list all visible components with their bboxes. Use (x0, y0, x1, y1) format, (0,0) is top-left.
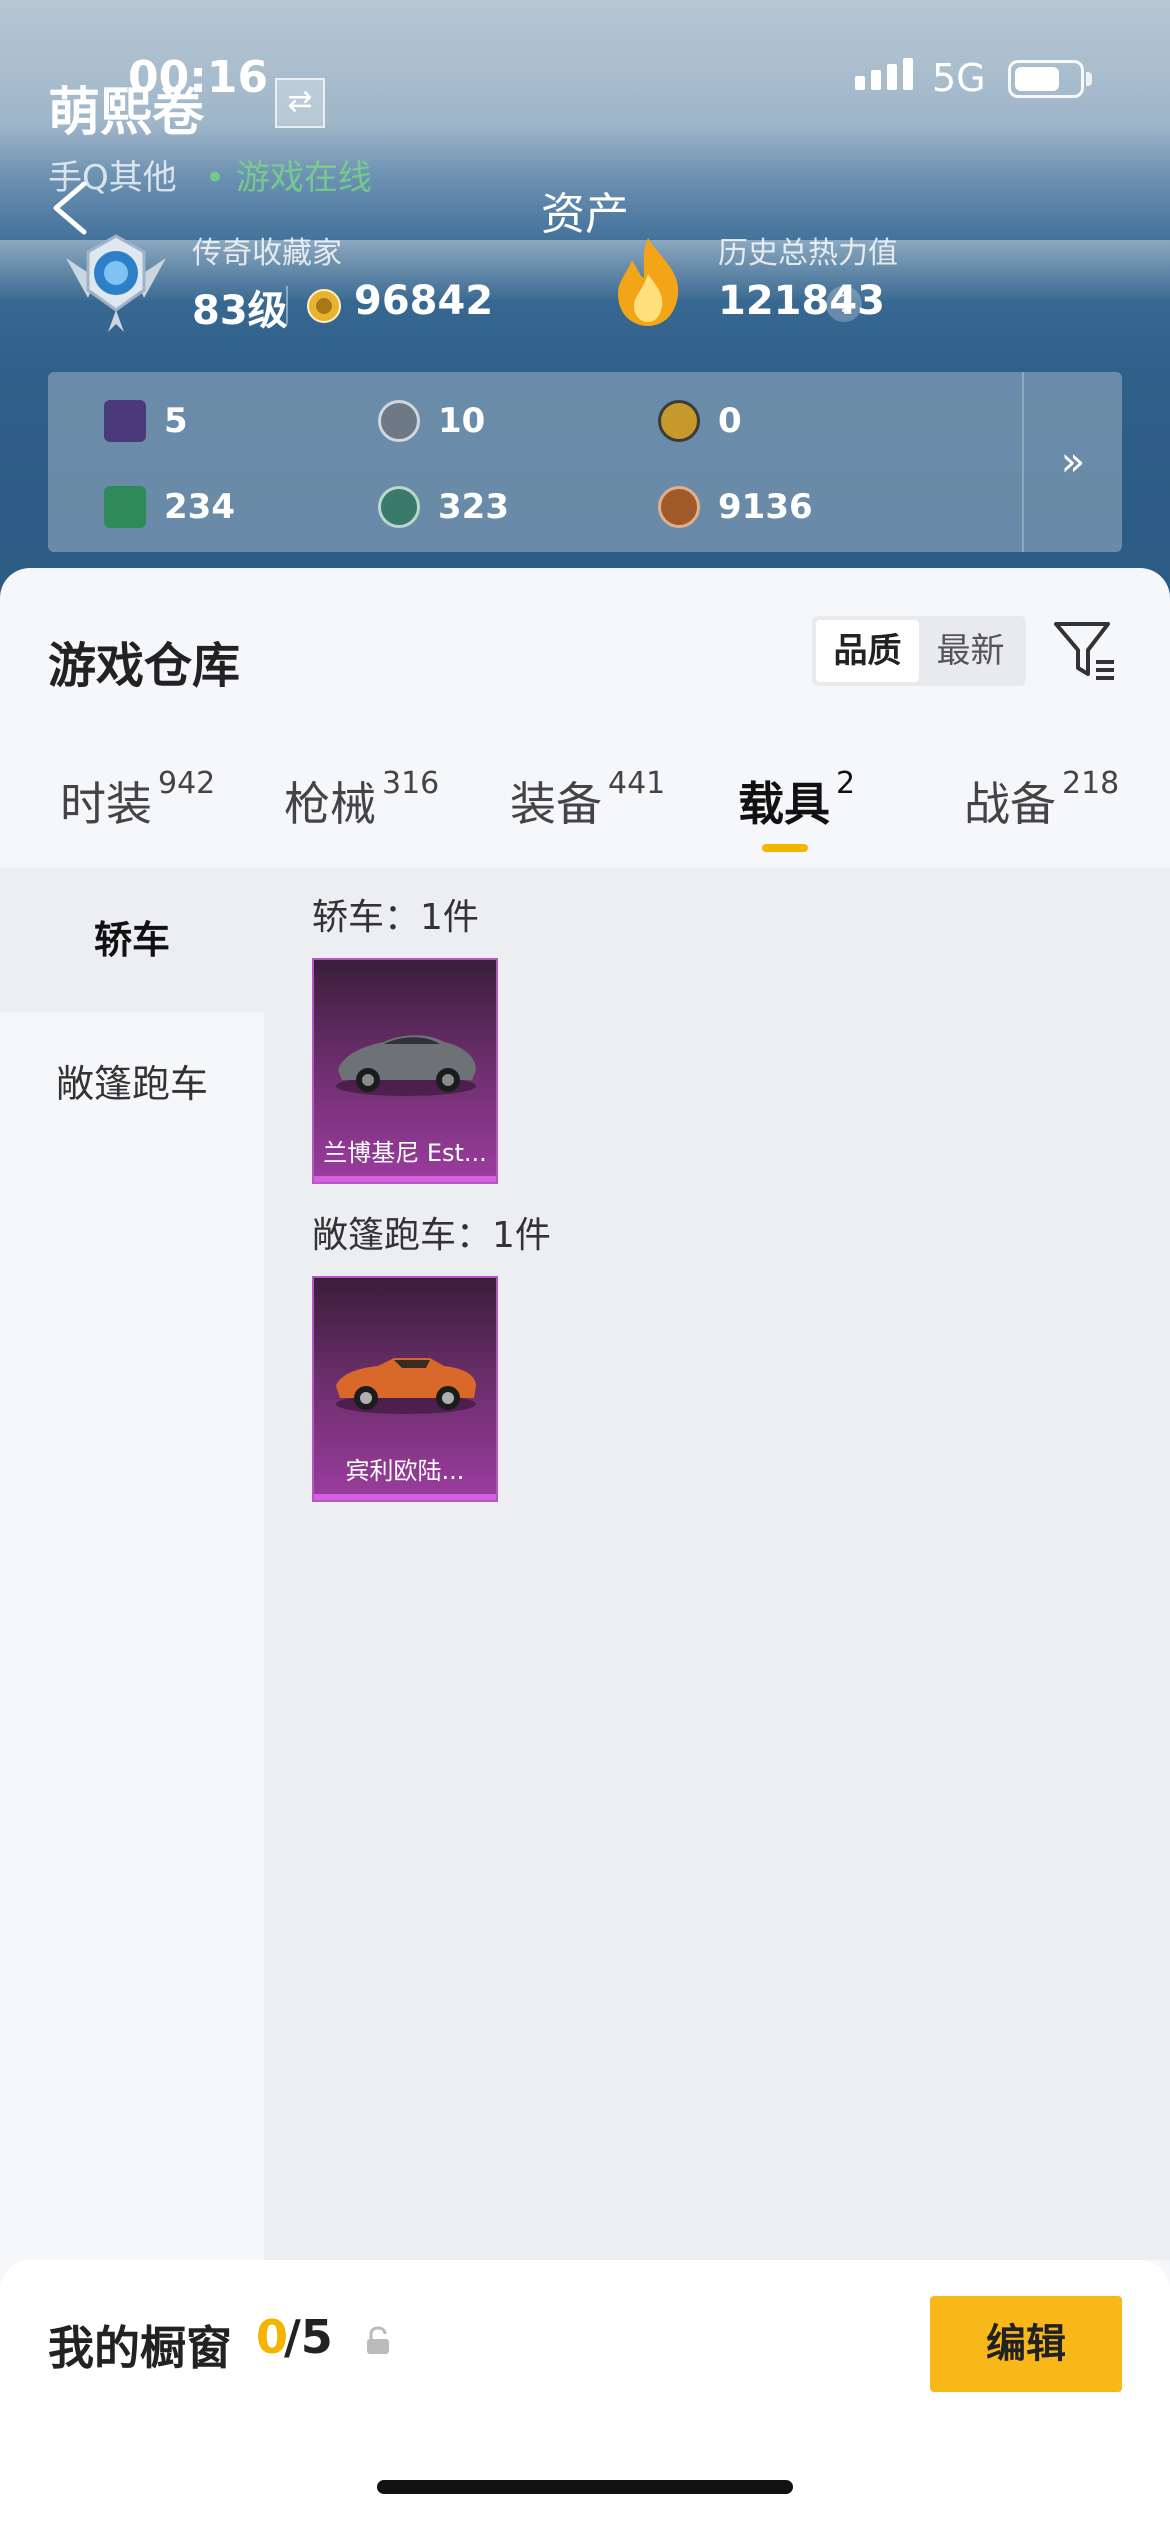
tab-vehicles[interactable]: 载具 2 (738, 766, 856, 834)
quality-strip (314, 1494, 496, 1500)
vehicle-content: 轿车 敞篷跑车 轿车：1件 兰博基尼 Est... 敞篷跑车：1件 宾利欧陆..… (0, 868, 1170, 2486)
bronze-coin-icon (658, 486, 700, 528)
sort-quality-option[interactable]: 品质 (816, 620, 919, 682)
lock-icon (364, 2326, 392, 2356)
asset-header: 萌熙卷 00:16 ⇄ 5G 手Q其他 • 游戏在线 资产 传奇收藏家 83级 … (0, 0, 1170, 620)
tab-label: 枪械 (284, 777, 376, 831)
purple-card-icon (104, 400, 146, 442)
vehicle-name: 宾利欧陆... (345, 1457, 465, 1485)
collector-coin-icon (306, 288, 342, 324)
battery-icon (1008, 60, 1084, 98)
tab-label: 载具 (738, 777, 830, 831)
status-time: 00:16 (128, 52, 269, 103)
currency-panel: 5 10 0 234 323 9136 » (48, 372, 1122, 552)
green-card-icon (104, 486, 146, 528)
warehouse-sheet: 游戏仓库 品质 最新 时装 942 枪械 316 装备 441 载具 2 战备 … (0, 568, 1170, 2532)
group-title-convertible: 敞篷跑车：1件 (312, 1215, 551, 1256)
gray-sports-car-icon (336, 1035, 476, 1096)
home-indicator[interactable] (377, 2480, 793, 2494)
warehouse-title: 游戏仓库 (48, 638, 241, 694)
orange-convertible-car-icon (336, 1358, 476, 1414)
showcase-total: /5 (284, 2310, 333, 2364)
currency-value: 9136 (718, 487, 813, 527)
currency-value: 234 (164, 487, 235, 527)
green-gem-icon (378, 486, 420, 528)
collector-title: 传奇收藏家 (192, 236, 342, 271)
collector-coin-value: 96842 (354, 278, 494, 324)
page-title: 资产 (541, 189, 629, 240)
tab-weapons[interactable]: 枪械 316 (284, 766, 440, 834)
group-title-sedan: 轿车：1件 (312, 897, 479, 938)
showcase-label: 我的橱窗 (48, 2321, 232, 2375)
vehicle-card-lamborghini[interactable]: 兰博基尼 Est... (312, 958, 498, 1184)
currency-more-button[interactable]: » (1022, 372, 1122, 552)
currency-value: 323 (438, 487, 509, 527)
currency-value: 10 (438, 401, 486, 441)
divider (286, 286, 288, 324)
active-tab-indicator (762, 844, 808, 852)
gold-coin-icon (658, 400, 700, 442)
collector-level: 83级 (192, 288, 288, 334)
battery-tip (1086, 72, 1092, 86)
currency-value: 0 (718, 401, 742, 441)
heat-title: 历史总热力值 (718, 236, 898, 271)
currency-item: 234 (104, 486, 235, 528)
collector-badge-icon (58, 228, 174, 338)
tab-gear[interactable]: 战备 218 (964, 766, 1120, 834)
vehicle-name: 兰博基尼 Est... (323, 1139, 487, 1167)
tab-equipment[interactable]: 装备 441 (510, 766, 666, 834)
network-type: 5G (932, 56, 986, 100)
sidebar-item-convertible[interactable]: 敞篷跑车 (0, 1012, 264, 1156)
tab-count: 441 (608, 766, 666, 801)
tab-fashion[interactable]: 时装 942 (60, 766, 216, 834)
sort-toggle: 品质 最新 (812, 616, 1026, 686)
quality-strip (314, 1176, 496, 1182)
edit-showcase-button[interactable]: 编辑 (930, 2296, 1122, 2392)
filter-icon[interactable] (1052, 618, 1118, 684)
tab-count: 218 (1062, 766, 1120, 801)
vehicle-card-bentley[interactable]: 宾利欧陆... (312, 1276, 498, 1502)
silver-coin-icon (378, 400, 420, 442)
tab-label: 战备 (964, 777, 1056, 831)
sidebar-item-sedan[interactable]: 轿车 (0, 868, 264, 1012)
category-sidebar: 轿车 敞篷跑车 (0, 868, 264, 2260)
tab-count: 942 (158, 766, 216, 801)
currency-item: 323 (378, 486, 509, 528)
currency-item: 0 (658, 400, 742, 442)
currency-item: 9136 (658, 486, 813, 528)
tab-label: 时装 (60, 777, 152, 831)
sort-newest-option[interactable]: 最新 (919, 620, 1022, 682)
tab-count: 2 (836, 766, 856, 801)
currency-item: 10 (378, 400, 485, 442)
switch-account-button[interactable]: ⇄ (275, 78, 325, 128)
currency-item: 5 (104, 400, 188, 442)
tab-label: 装备 (510, 777, 602, 831)
tab-count: 316 (382, 766, 440, 801)
flame-icon (608, 236, 688, 328)
signal-icon (855, 58, 919, 90)
currency-value: 5 (164, 401, 188, 441)
sky-haze (0, 240, 1170, 300)
help-icon[interactable]: ? (826, 286, 862, 322)
